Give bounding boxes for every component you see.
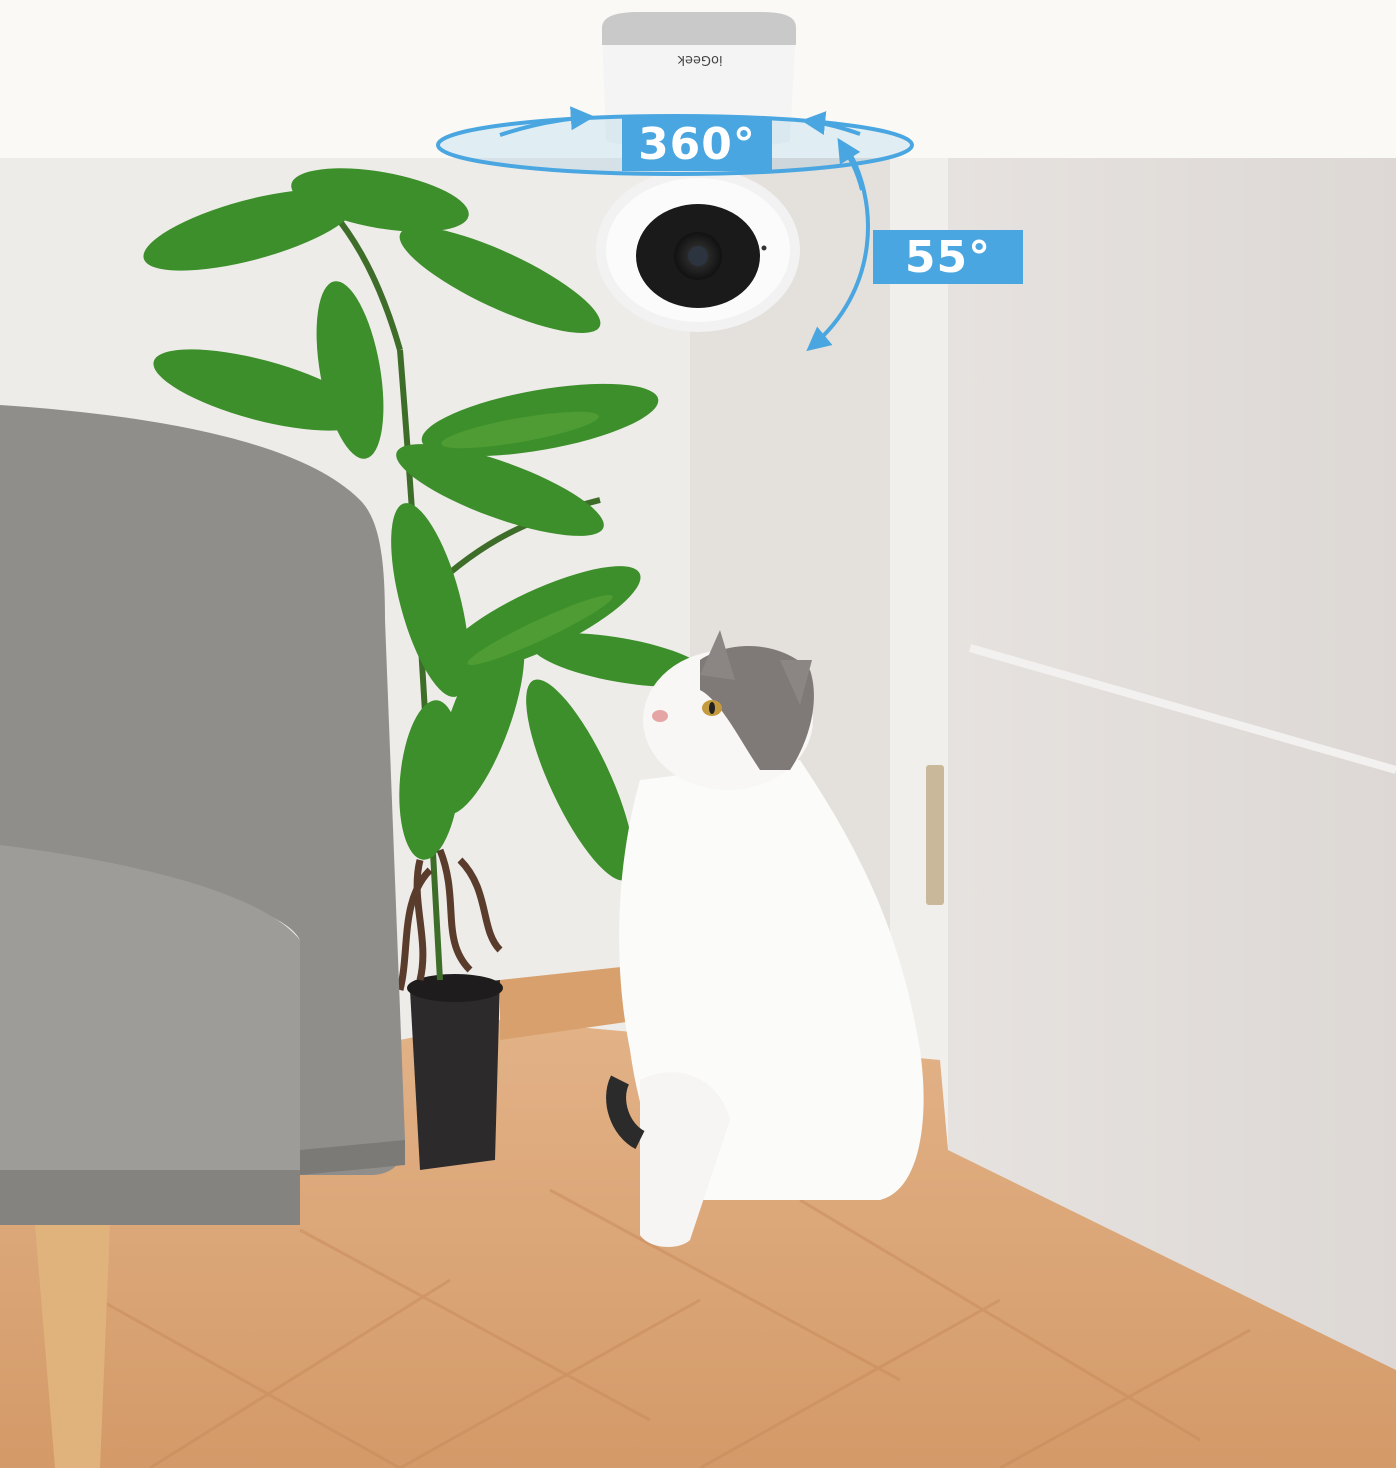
product-scene: ioGeek 360° 55° <box>0 0 1396 1468</box>
tilt-angle-badge: 55° <box>873 230 1023 284</box>
door-hinge <box>926 765 944 905</box>
pan-angle-badge: 360° <box>622 117 772 171</box>
plant-pot <box>410 980 500 1170</box>
camera-brand-label: ioGeek <box>677 52 723 67</box>
scene-illustration <box>0 0 1396 1468</box>
